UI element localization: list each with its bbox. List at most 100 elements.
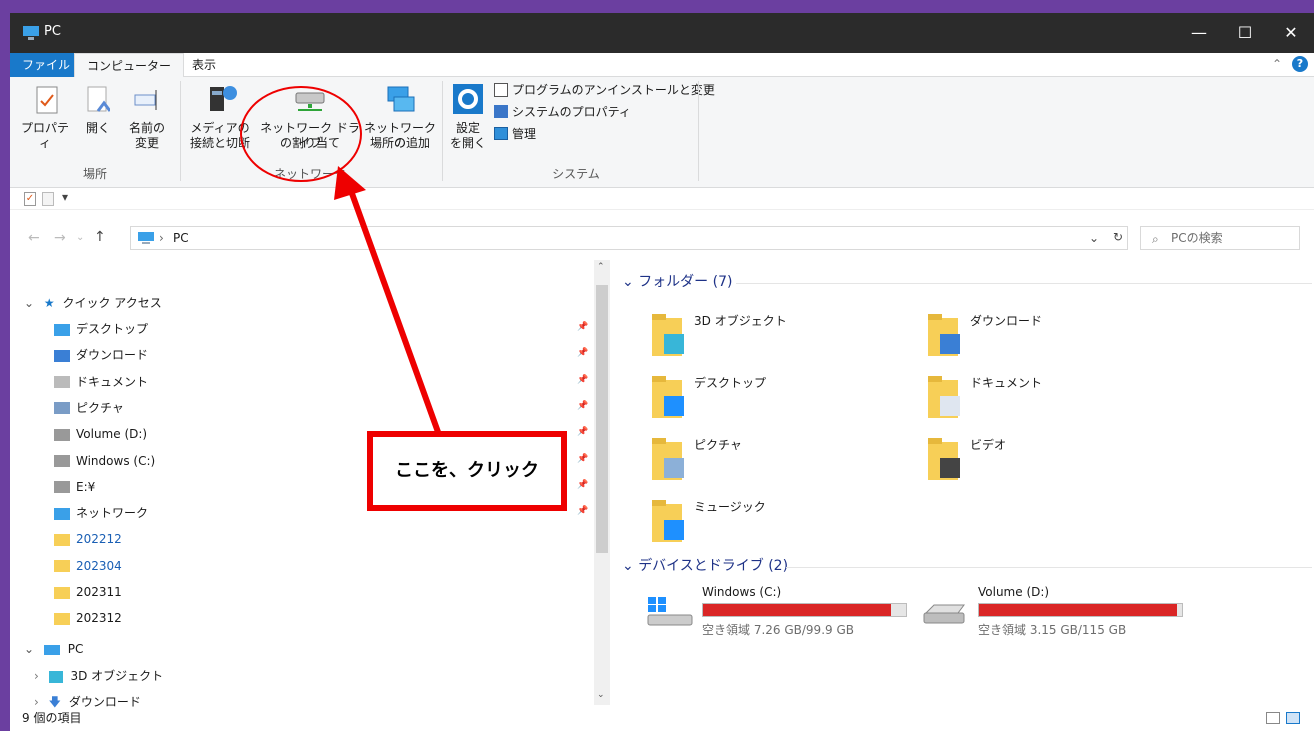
folder-item[interactable]: デスクトップ [650, 372, 910, 430]
folder-icon [54, 560, 70, 573]
drive-c-name: Windows (C:) [702, 585, 782, 599]
properties-button[interactable]: プロパティ [18, 83, 72, 163]
chevron-down-icon: ⌄ [622, 558, 634, 574]
nav-item[interactable]: ダウンロード [54, 342, 148, 368]
desktop-icon [54, 323, 70, 336]
pin-icon[interactable]: 📌 [577, 506, 588, 516]
folder-item[interactable]: ピクチャ [650, 434, 910, 492]
open-button[interactable]: 開く [80, 83, 116, 163]
minimize-button[interactable]: — [1176, 13, 1222, 53]
folder-item[interactable]: ミュージック [650, 496, 910, 554]
title-bar[interactable]: PC — ☐ ✕ [10, 13, 1314, 53]
cube-icon [650, 310, 688, 358]
nav-item[interactable]: ネットワーク [54, 500, 148, 526]
tab-computer[interactable]: コンピューター [74, 53, 185, 78]
videos-folder-icon [926, 434, 964, 482]
pin-icon[interactable]: 📌 [577, 348, 588, 358]
folders-section-header[interactable]: ⌄ フォルダー (7) [622, 271, 732, 291]
pin-icon[interactable]: 📌 [577, 322, 588, 332]
chevron-right-icon: › [34, 669, 39, 683]
tab-file[interactable]: ファイル [10, 53, 83, 77]
drive-d[interactable]: Volume (D:) 空き領域 3.15 GB/115 GB [920, 583, 1190, 639]
documents-folder-icon [926, 372, 964, 420]
breadcrumb-chevron-icon: › [159, 231, 164, 245]
network-location-icon [387, 86, 415, 112]
nav-item[interactable]: Windows (C:) [54, 448, 155, 474]
pin-icon[interactable]: 📌 [577, 401, 588, 411]
breadcrumb-pc[interactable]: PC [173, 231, 189, 245]
forward-arrow-icon[interactable]: → [54, 230, 66, 246]
nav-item-label: ネットワーク [76, 506, 149, 521]
manage-icon [494, 127, 508, 140]
refresh-icon[interactable]: ↻ [1113, 230, 1123, 244]
system-properties-button[interactable]: システムのプロパティ [494, 103, 654, 123]
nav-item[interactable]: Volume (D:) [54, 421, 147, 447]
collapse-ribbon-icon[interactable]: ⌃ [1272, 57, 1282, 71]
open-settings-button[interactable]: 設定 を開く [446, 83, 490, 163]
pin-icon[interactable]: 📌 [577, 375, 588, 385]
large-icons-view-icon[interactable] [1286, 712, 1300, 724]
nav-pc-3d-objects[interactable]: › 3D オブジェクト [34, 663, 163, 689]
settings-label-1: 設定 [455, 121, 480, 135]
pictures-folder-icon [650, 434, 688, 482]
uninstall-label: プログラムのアンインストールと変更 [512, 83, 715, 97]
help-icon[interactable]: ? [1292, 56, 1308, 72]
uninstall-icon [494, 83, 508, 97]
customize-toolbar-icon[interactable]: ▾ [62, 190, 68, 204]
group-separator [180, 81, 181, 181]
folder-name: ドキュメント [970, 376, 1043, 390]
drive-icon [923, 604, 965, 624]
nav-item[interactable]: 202312 [54, 605, 122, 631]
folder-item[interactable]: 3D オブジェクト [650, 310, 910, 368]
search-input[interactable]: PCの検索 [1140, 226, 1300, 250]
pin-icon[interactable]: 📌 [577, 454, 588, 464]
nav-quick-access[interactable]: ⌄ ★ クイック アクセス [24, 290, 162, 316]
scrollbar-thumb[interactable] [596, 285, 608, 553]
chevron-down-icon: ⌄ [622, 274, 634, 290]
nav-item[interactable]: 202212 [54, 526, 122, 552]
scroll-up-icon[interactable]: ⌃ [597, 262, 605, 272]
pc-icon [43, 644, 60, 655]
nav-item[interactable]: E:¥ [54, 474, 95, 500]
nav-item[interactable]: デスクトップ [54, 316, 148, 342]
drive-d-usage-fill [979, 604, 1177, 616]
star-icon: ★ [43, 296, 55, 310]
nav-item[interactable]: 202304 [54, 553, 122, 579]
rename-button[interactable]: 名前の 変更 [122, 83, 172, 163]
pin-icon[interactable]: 📌 [577, 427, 588, 437]
folder-item[interactable]: ビデオ [926, 434, 1186, 492]
properties-small-icon[interactable]: ✓ [24, 192, 36, 206]
folder-name: 3D オブジェクト [694, 314, 787, 328]
drive-c[interactable]: Windows (C:) 空き領域 7.26 GB/99.9 GB [644, 583, 914, 639]
folder-item[interactable]: ドキュメント [926, 372, 1186, 430]
recent-chevron-icon[interactable]: ⌄ [76, 232, 84, 243]
folder-item[interactable]: ダウンロード [926, 310, 1186, 368]
close-button[interactable]: ✕ [1268, 13, 1314, 53]
search-icon: ⌕ [1152, 232, 1159, 246]
uninstall-programs-button[interactable]: プログラムのアンインストールと変更 [494, 81, 715, 101]
pin-icon[interactable]: 📌 [577, 480, 588, 490]
manage-button[interactable]: 管理 [494, 125, 574, 145]
drives-section-header[interactable]: ⌄ デバイスとドライブ (2) [622, 555, 788, 575]
add-network-location-button[interactable]: ネットワークの 場所の追加 [362, 83, 438, 163]
folder-icon [54, 533, 70, 546]
new-folder-small-icon[interactable] [42, 192, 54, 206]
maximize-button[interactable]: ☐ [1222, 13, 1268, 53]
chevron-down-icon: ⌄ [24, 296, 35, 310]
tab-view[interactable]: 表示 [180, 53, 228, 77]
nav-item[interactable]: ピクチャ [54, 395, 124, 421]
item-count: 9 個の項目 [22, 711, 82, 725]
back-arrow-icon[interactable]: ← [28, 230, 40, 246]
open-icon [87, 86, 110, 112]
address-field[interactable]: › PC ⌄ ↻ [130, 226, 1128, 250]
folder-icon [54, 586, 70, 599]
add-location-label-2: 場所の追加 [369, 136, 430, 150]
up-arrow-icon[interactable]: ↑ [94, 229, 106, 245]
nav-item[interactable]: ドキュメント [54, 369, 148, 395]
details-view-icon[interactable] [1266, 712, 1280, 724]
address-dropdown-icon[interactable]: ⌄ [1089, 231, 1099, 245]
nav-item[interactable]: 202311 [54, 579, 122, 605]
rename-icon [134, 90, 157, 110]
nav-pc[interactable]: ⌄ PC [24, 636, 83, 662]
scroll-down-icon[interactable]: ⌄ [597, 690, 605, 700]
